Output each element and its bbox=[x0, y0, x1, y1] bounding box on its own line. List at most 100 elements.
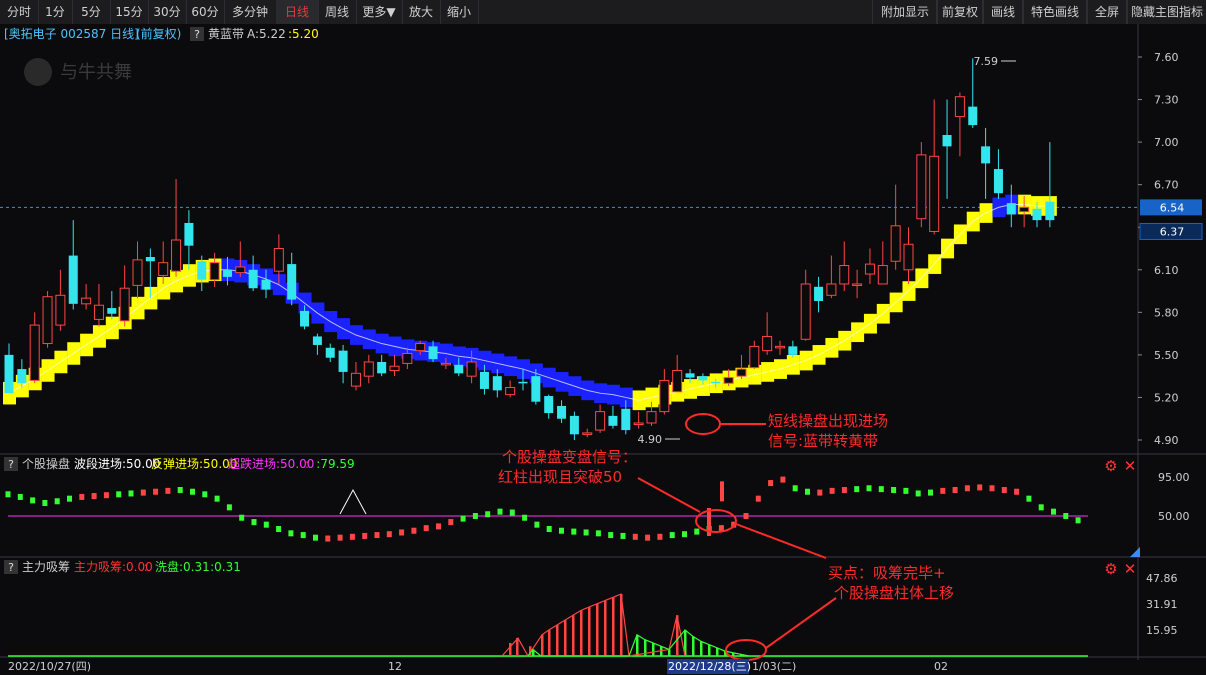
date-label-1: 2022/10/27(四) bbox=[8, 660, 91, 673]
sub1-help-icon: ? bbox=[8, 458, 14, 471]
indicator-name: 黄蓝带 bbox=[208, 27, 244, 41]
candle-body bbox=[633, 422, 644, 425]
sub1-gear-icon: ⚙ bbox=[1104, 457, 1117, 475]
toolbar-button-3[interactable]: 15分 bbox=[110, 0, 149, 24]
candle-body bbox=[222, 269, 232, 277]
date-label-2: 12 bbox=[388, 660, 402, 673]
candle-body bbox=[698, 376, 708, 381]
stock-title: [奥拓电子 002587 日线] bbox=[4, 27, 139, 41]
date-label-5: 02 bbox=[934, 660, 948, 673]
candle-body bbox=[415, 343, 426, 352]
candle-body bbox=[479, 371, 489, 389]
sub1-dot bbox=[522, 514, 528, 521]
sub1-value-0: 波段进场:50.00 bbox=[74, 456, 160, 471]
toolbar: 分时 1分 5分 15分 30分 60分 多分钟 日线 周线 更多▼ 放大 缩小 附加显示 前复权 画线 特色… bbox=[0, 0, 1206, 25]
sub2-red-bar bbox=[580, 610, 583, 656]
annotation-3-line-1: 买点：吸筹完毕+ bbox=[828, 564, 946, 582]
background bbox=[0, 24, 1206, 675]
candle-body bbox=[685, 373, 695, 378]
toolbar-button-8[interactable]: 周线 bbox=[318, 0, 357, 24]
toolbar-button-4[interactable]: 30分 bbox=[148, 0, 187, 24]
sub1-dot bbox=[423, 525, 429, 532]
high-label: 7.59 bbox=[974, 55, 999, 68]
toolbar-button-0[interactable]: 分时 bbox=[0, 0, 39, 24]
sub2-red-bar bbox=[564, 620, 567, 656]
sub1-dot bbox=[1026, 495, 1032, 502]
sub1-dot bbox=[472, 513, 478, 519]
price-tick-label: 4.90 bbox=[1154, 434, 1179, 447]
candle-body bbox=[531, 376, 541, 402]
annotation-1-line-2: 信号:蓝带转黄带 bbox=[768, 432, 878, 450]
sub1-close-icon: ✕ bbox=[1124, 457, 1137, 475]
candle-body bbox=[55, 294, 66, 326]
candle-body bbox=[505, 387, 516, 396]
sub1-dot bbox=[718, 525, 724, 532]
sub2-red-bar bbox=[548, 629, 551, 656]
candle-body bbox=[107, 308, 117, 314]
candle-body bbox=[363, 361, 374, 377]
sub1-dot bbox=[546, 526, 552, 532]
sub1-dot bbox=[559, 527, 564, 534]
toolbar-right-button-4[interactable]: 全屏 bbox=[1086, 0, 1128, 24]
help-icon: ? bbox=[194, 28, 200, 41]
sub1-tick-label: 95.00 bbox=[1158, 471, 1190, 484]
candle-body bbox=[402, 352, 413, 364]
sub1-dot bbox=[54, 498, 60, 505]
sub1-dot bbox=[313, 534, 318, 541]
sub1-dot bbox=[841, 487, 847, 493]
candle-body bbox=[608, 415, 618, 426]
toolbar-button-1[interactable]: 1分 bbox=[38, 0, 73, 24]
sub1-dot bbox=[854, 486, 860, 493]
toolbar-right-button-5[interactable]: 隐藏主图指标 bbox=[1126, 0, 1206, 24]
sub1-dot bbox=[276, 526, 282, 532]
toolbar-right-button-2[interactable]: 画线 bbox=[982, 0, 1024, 24]
sub1-dot bbox=[571, 528, 577, 535]
toolbar-button-11[interactable]: 缩小 bbox=[440, 0, 479, 24]
candle-body bbox=[492, 376, 502, 391]
candle-body bbox=[454, 364, 464, 374]
toolbar-button-7[interactable]: 日线 bbox=[276, 0, 319, 24]
sub1-dot bbox=[67, 495, 72, 502]
sub1-breakout-bar bbox=[720, 481, 724, 502]
current-price-value: 6.54 bbox=[1160, 201, 1185, 214]
candle-body bbox=[981, 146, 991, 164]
sub1-dot bbox=[682, 531, 687, 538]
toolbar-button-5[interactable]: 60分 bbox=[186, 0, 225, 24]
sub2-value-0: 主力吸筹:0.00 bbox=[74, 560, 153, 574]
candle-body bbox=[325, 347, 335, 358]
candle-body bbox=[621, 408, 631, 431]
sub2-gear-icon: ⚙ bbox=[1104, 560, 1117, 578]
sub1-dot bbox=[30, 497, 36, 504]
candle-body bbox=[672, 369, 683, 393]
sub1-dot bbox=[669, 532, 675, 539]
toolbar-button-2[interactable]: 5分 bbox=[72, 0, 111, 24]
sub2-tick-label: 15.95 bbox=[1146, 624, 1178, 637]
sub2-tick-label: 47.86 bbox=[1146, 572, 1178, 585]
candle-body bbox=[1045, 201, 1055, 221]
sub1-dot bbox=[251, 519, 257, 526]
toolbar-right-button-1[interactable]: 前复权 bbox=[936, 0, 984, 24]
sub1-dot bbox=[165, 487, 171, 494]
sub2-green-bar bbox=[668, 649, 671, 656]
sub1-dot bbox=[1063, 513, 1069, 519]
sub1-name: 个股操盘 bbox=[22, 456, 70, 471]
candle-body bbox=[736, 368, 747, 377]
toolbar-button-9[interactable]: 更多▼ bbox=[356, 0, 403, 24]
sub1-dot bbox=[42, 500, 48, 506]
sub1-dot bbox=[1001, 487, 1007, 493]
sub1-dot bbox=[595, 530, 601, 537]
sub2-green-bar bbox=[708, 644, 711, 656]
sub1-dot bbox=[792, 485, 798, 492]
toolbar-right-button-3[interactable]: 特色画线 bbox=[1022, 0, 1088, 24]
candle-body bbox=[158, 262, 169, 276]
sub1-dot bbox=[349, 533, 355, 540]
sub1-value-3: : bbox=[305, 457, 309, 471]
toolbar-button-10[interactable]: 放大 bbox=[402, 0, 441, 24]
toolbar-button-6[interactable]: 多分钟 bbox=[224, 0, 277, 24]
candle-body bbox=[81, 297, 92, 305]
sub1-dot bbox=[140, 489, 146, 496]
toolbar-right-button-0[interactable]: 附加显示 bbox=[872, 0, 938, 24]
candle-body bbox=[197, 261, 207, 280]
candle-body bbox=[235, 266, 246, 274]
candle-body bbox=[17, 369, 27, 384]
